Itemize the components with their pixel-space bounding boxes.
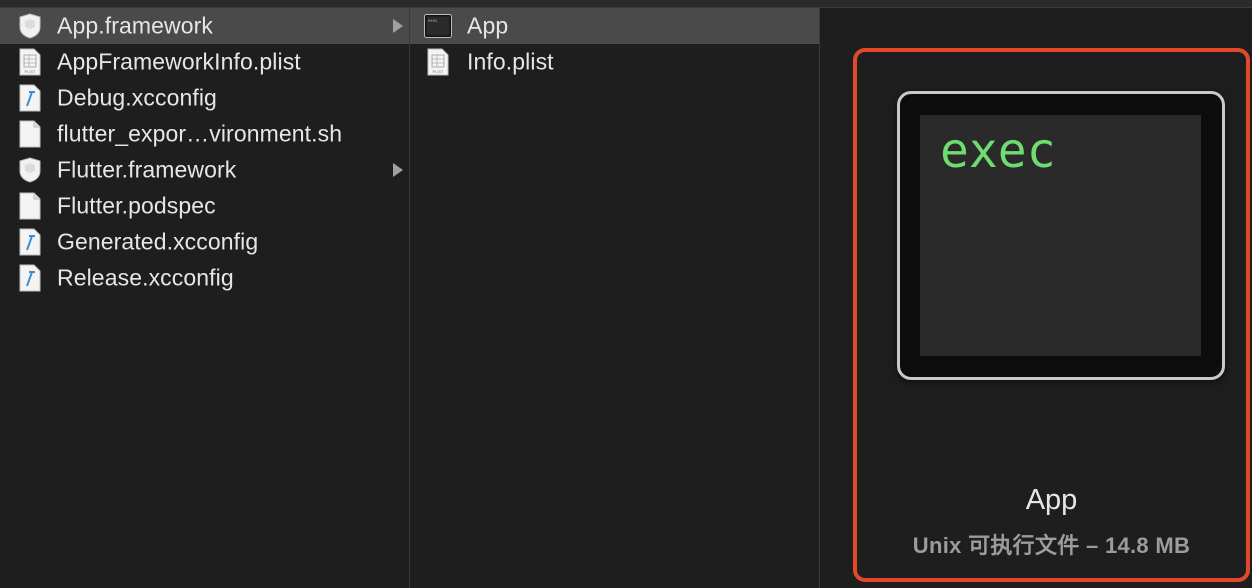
- file-row-flutter-framework[interactable]: Flutter.framework: [0, 152, 409, 188]
- preview-file-name: App: [1025, 484, 1078, 516]
- plist-badge: PLIST: [24, 69, 36, 74]
- xcconfig-file-icon: [16, 264, 44, 292]
- file-label: Release.xcconfig: [57, 264, 234, 291]
- finder-column-view: App.framework PLIST AppFrameworkInfo.pli…: [0, 0, 1252, 588]
- file-row-flutter-podspec[interactable]: Flutter.podspec: [0, 188, 409, 224]
- file-label: Flutter.framework: [57, 156, 237, 183]
- column-1[interactable]: App.framework PLIST AppFrameworkInfo.pli…: [0, 8, 410, 588]
- file-label: flutter_expor…vironment.sh: [57, 120, 343, 147]
- unix-executable-large-icon: exec: [897, 91, 1225, 380]
- file-row-app-executable[interactable]: exec App: [410, 8, 819, 44]
- file-row-flutter-export-environment[interactable]: flutter_expor…vironment.sh: [0, 116, 409, 152]
- exec-label: exec: [940, 123, 1056, 179]
- file-label: AppFrameworkInfo.plist: [57, 48, 301, 75]
- file-label: Generated.xcconfig: [57, 228, 259, 255]
- xcconfig-file-icon: [16, 84, 44, 112]
- file-label: App.framework: [57, 12, 213, 39]
- disclosure-arrow-icon: [393, 163, 403, 177]
- document-icon: [16, 192, 44, 220]
- unix-executable-icon: exec: [424, 12, 452, 40]
- xcconfig-file-icon: [16, 228, 44, 256]
- file-row-info-plist[interactable]: PLIST Info.plist: [410, 44, 819, 80]
- plist-file-icon: PLIST: [424, 48, 452, 76]
- plist-badge: PLIST: [432, 69, 444, 74]
- file-row-app-framework[interactable]: App.framework: [0, 8, 409, 44]
- preview-file-info: Unix 可执行文件 – 14.8 MB: [912, 533, 1191, 558]
- file-label: Debug.xcconfig: [57, 84, 217, 111]
- document-icon: [16, 120, 44, 148]
- file-row-debug-xcconfig[interactable]: Debug.xcconfig: [0, 80, 409, 116]
- file-label: Info.plist: [467, 48, 554, 75]
- file-row-generated-xcconfig[interactable]: Generated.xcconfig: [0, 224, 409, 260]
- file-row-appframeworkinfo-plist[interactable]: PLIST AppFrameworkInfo.plist: [0, 44, 409, 80]
- file-row-release-xcconfig[interactable]: Release.xcconfig: [0, 260, 409, 296]
- file-label: App: [467, 12, 509, 39]
- toolbar-edge: [0, 0, 1252, 8]
- exec-mini-text: exec: [428, 18, 438, 23]
- plist-file-icon: PLIST: [16, 48, 44, 76]
- framework-icon: [16, 156, 44, 184]
- file-label: Flutter.podspec: [57, 192, 216, 219]
- disclosure-arrow-icon: [393, 19, 403, 33]
- terminal-screen: exec: [920, 115, 1201, 356]
- framework-icon: [16, 12, 44, 40]
- column-2[interactable]: exec App PLIST Info.plist: [410, 8, 820, 588]
